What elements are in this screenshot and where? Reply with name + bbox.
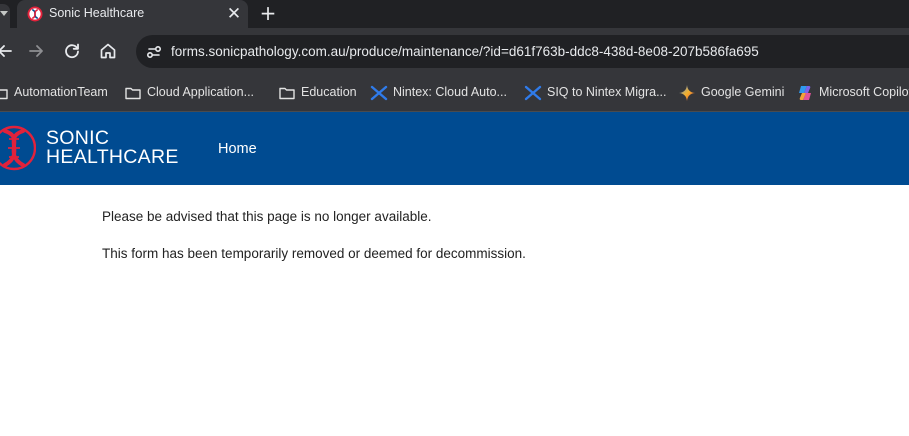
folder-icon [124,84,142,102]
reload-button[interactable] [61,40,83,62]
bookmark-label: Education [301,85,357,99]
tune-icon [147,46,162,59]
tab-strip: Sonic Healthcare ✕ + [0,0,909,28]
bookmark-label: Nintex: Cloud Auto... [393,85,507,99]
tab-search-edge[interactable] [0,4,10,28]
address-bar[interactable]: forms.sonicpathology.com.au/produce/main… [136,35,909,68]
bookmarks-bar: AutomationTeam Cloud Application... Educ… [0,75,909,112]
chevron-down-icon [0,11,8,16]
forward-button[interactable] [25,40,47,62]
nav-home-link[interactable]: Home [218,141,257,157]
site-logo-text[interactable]: SONIC HEALTHCARE [46,128,179,168]
tab-sonic-healthcare[interactable]: Sonic Healthcare ✕ [17,0,248,28]
browser-window: Sonic Healthcare ✕ + forms.sonicpatholog… [0,0,909,436]
folder-icon [0,84,9,102]
browser-toolbar: forms.sonicpathology.com.au/produce/main… [0,28,909,75]
new-tab-button[interactable]: + [256,2,280,26]
unavailable-message: Please be advised that this page is no l… [102,209,432,224]
tab-title: Sonic Healthcare [49,6,145,20]
bookmark-label: Cloud Application... [147,85,255,99]
arrow-left-icon [0,45,12,57]
reload-icon [65,43,79,59]
copilot-icon [796,84,814,102]
bookmark-label: AutomationTeam [14,85,108,99]
home-icon [100,43,116,59]
arrow-right-icon [29,45,43,57]
bookmark-label: Microsoft Copilot [819,85,909,99]
nintex-icon [370,84,388,102]
logo-line-2: HEALTHCARE [46,146,179,168]
site-header: SONIC HEALTHCARE Home [0,112,909,185]
site-info-button[interactable] [142,40,166,64]
folder-icon [278,84,296,102]
page-content: Please be advised that this page is no l… [102,208,802,262]
url-text[interactable]: forms.sonicpathology.com.au/produce/main… [171,44,759,59]
home-button[interactable] [97,40,119,62]
sonic-healthcare-favicon-icon [27,6,43,22]
gemini-icon [678,84,696,102]
nintex-icon [524,84,542,102]
tab-close-icon[interactable]: ✕ [223,3,245,25]
back-button[interactable] [0,40,16,62]
bookmark-label: Google Gemini [701,85,785,99]
sonic-healthcare-logo-icon[interactable] [0,123,37,173]
bookmark-label: SIQ to Nintex Migra... [547,85,667,99]
decommission-message: This form has been temporarily removed o… [102,246,526,261]
